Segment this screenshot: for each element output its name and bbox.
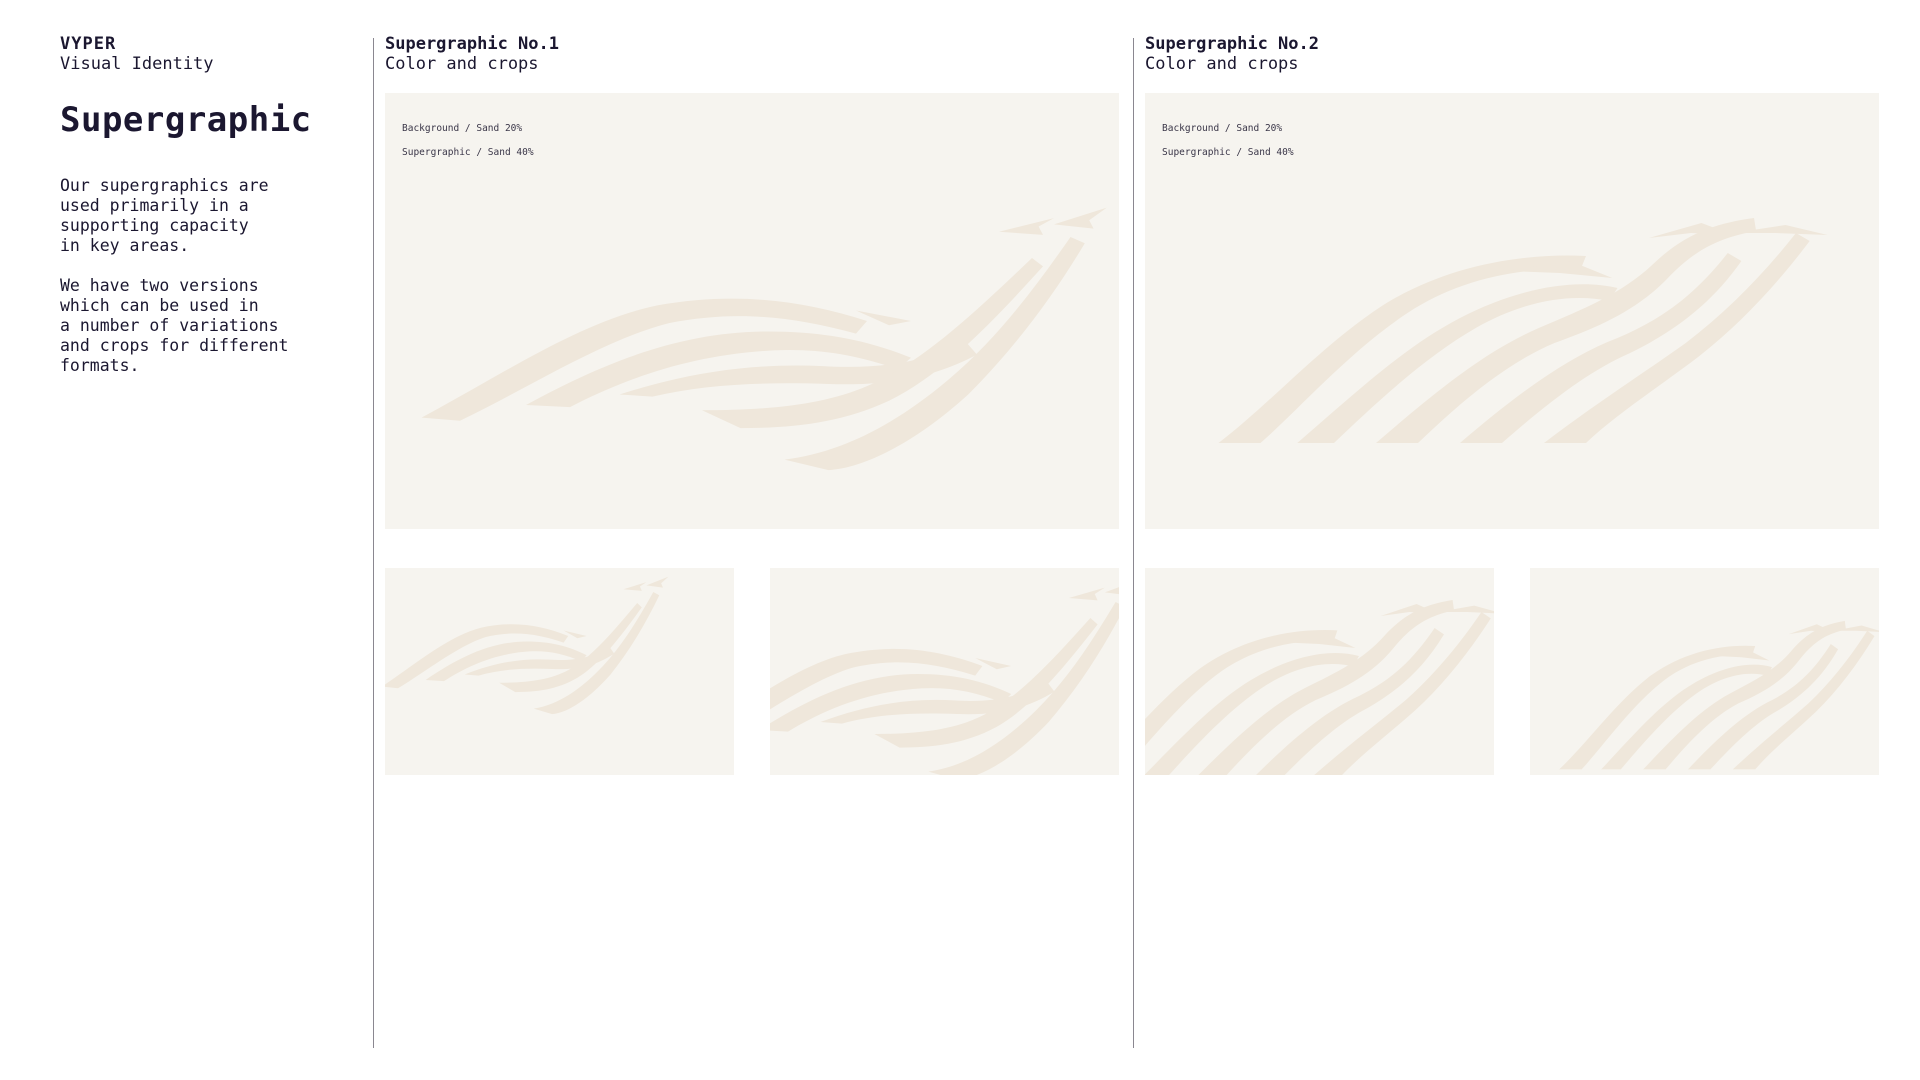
column-divider-1	[373, 38, 374, 1048]
supergraphic-1-crop-b	[770, 568, 1119, 775]
section-2-title: Supergraphic No.2	[1145, 34, 1319, 54]
section-2-header: Supergraphic No.2 Color and crops	[1145, 34, 1319, 74]
brand-name: VYPER	[60, 34, 117, 54]
column-divider-2	[1133, 38, 1134, 1048]
supergraphic-2-main-panel: Background / Sand 20% Supergraphic / San…	[1145, 93, 1879, 529]
section-2-supergraphic-note: Supergraphic / Sand 40%	[1162, 147, 1294, 158]
supergraphic-1-crop-a-graphic	[385, 576, 669, 715]
section-1-supergraphic-note: Supergraphic / Sand 40%	[402, 147, 534, 158]
description-paragraph-1: Our supergraphics are used primarily in …	[60, 176, 269, 255]
supergraphic-2-crop-a-graphic	[1145, 600, 1494, 775]
section-1-color-note: Background / Sand 20% Supergraphic / San…	[402, 111, 534, 171]
supergraphic-2-crop-b	[1530, 568, 1879, 775]
supergraphic-1-crop-a	[385, 568, 734, 775]
section-1-background-note: Background / Sand 20%	[402, 123, 523, 134]
section-2-background-note: Background / Sand 20%	[1162, 123, 1283, 134]
brand-subtitle: Visual Identity	[60, 54, 214, 74]
section-2-color-note: Background / Sand 20% Supergraphic / San…	[1162, 111, 1294, 171]
description-paragraph-2: We have two versions which can be used i…	[60, 276, 289, 375]
section-2-subtitle: Color and crops	[1145, 54, 1299, 74]
supergraphic-1-main-panel: Background / Sand 20% Supergraphic / San…	[385, 93, 1119, 529]
section-1-header: Supergraphic No.1 Color and crops	[385, 34, 559, 74]
supergraphic-1-crop-b-graphic	[770, 579, 1119, 775]
supergraphic-2-crop-a	[1145, 568, 1494, 775]
section-1-subtitle: Color and crops	[385, 54, 539, 74]
supergraphic-2-crop-b-graphic	[1559, 620, 1879, 770]
page-title: Supergraphic	[60, 100, 312, 140]
section-1-title: Supergraphic No.1	[385, 34, 559, 54]
